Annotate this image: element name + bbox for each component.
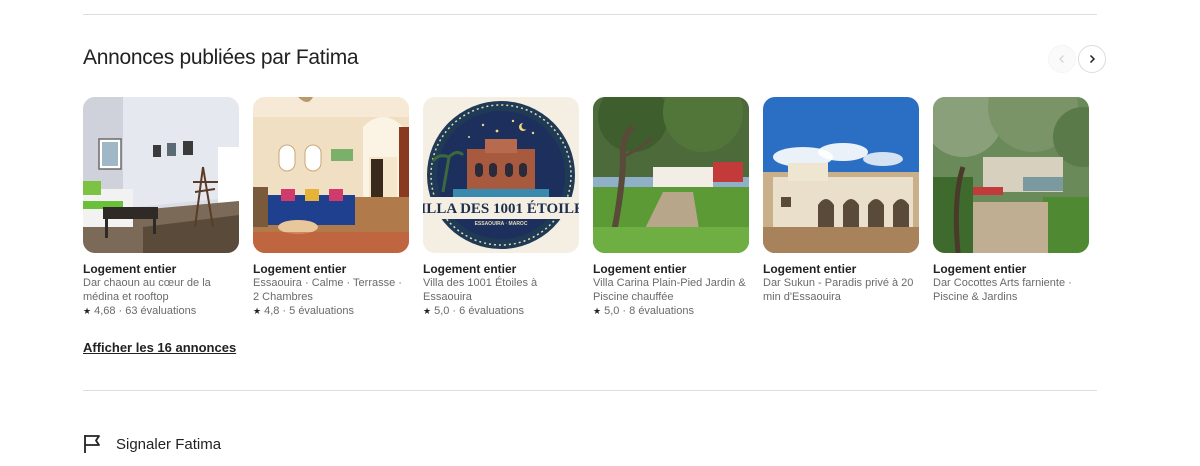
report-host-link[interactable]: Signaler Fatima xyxy=(83,434,221,454)
bottom-divider xyxy=(83,390,1097,391)
listing-photo[interactable] xyxy=(83,97,239,253)
listing-card[interactable]: Logement entier Essaouira · Calme · Terr… xyxy=(253,97,409,318)
listing-card[interactable]: VILLA DES 1001 ÉTOILES ESSAOUIRA · MAROC… xyxy=(423,97,579,318)
listing-title: Dar Cocottes Arts farniente · Piscine & … xyxy=(933,277,1072,303)
listing-photo[interactable] xyxy=(593,97,749,253)
listing-type: Logement entier xyxy=(933,262,1027,276)
listing-type: Logement entier xyxy=(83,262,177,276)
garden-patio-photo xyxy=(933,97,1089,253)
listing-rating: ★ 4,68 · 63 évaluations xyxy=(83,304,239,318)
listing-rating-text: 5,0 · 6 évaluations xyxy=(434,305,524,317)
villa-logo-text: VILLA DES 1001 ÉTOILES xyxy=(423,200,579,217)
star-icon: ★ xyxy=(83,306,92,316)
listing-rating-text: 4,8 · 5 évaluations xyxy=(264,305,354,317)
listing-card[interactable]: Logement entier Dar Cocottes Arts farnie… xyxy=(933,97,1089,304)
villa-logo-image: VILLA DES 1001 ÉTOILES ESSAOUIRA · MAROC xyxy=(423,97,579,253)
listing-title: Dar chaoun au cœur de la médina et rooft… xyxy=(83,277,211,303)
section-title: Annonces publiées par Fatima xyxy=(83,46,359,69)
star-icon: ★ xyxy=(593,306,602,316)
show-all-listings-link[interactable]: Afficher les 16 annonces xyxy=(83,340,236,355)
listing-type: Logement entier xyxy=(253,262,347,276)
listing-type: Logement entier xyxy=(763,262,857,276)
bedroom-photo xyxy=(83,97,239,253)
villa-exterior-photo xyxy=(763,97,919,253)
listing-rating: ★ 5,0 · 8 évaluations xyxy=(593,304,749,318)
carousel-prev-button[interactable] xyxy=(1048,45,1076,73)
listing-rating-text: 5,0 · 8 évaluations xyxy=(604,305,694,317)
listing-photo[interactable] xyxy=(253,97,409,253)
listing-type: Logement entier xyxy=(423,262,517,276)
chevron-right-icon xyxy=(1089,54,1096,64)
listing-photo[interactable] xyxy=(933,97,1089,253)
listing-photo[interactable] xyxy=(763,97,919,253)
flag-icon xyxy=(84,435,100,453)
listing-type: Logement entier xyxy=(593,262,687,276)
chevron-left-icon xyxy=(1059,55,1064,63)
listing-card[interactable]: Logement entier Dar chaoun au cœur de la… xyxy=(83,97,239,318)
carousel-next-button[interactable] xyxy=(1078,45,1106,73)
star-icon: ★ xyxy=(423,306,432,316)
listing-rating-text: 4,68 · 63 évaluations xyxy=(94,305,197,317)
listing-rating: ★ 5,0 · 6 évaluations xyxy=(423,304,579,318)
top-divider xyxy=(83,14,1097,15)
listing-card[interactable]: Logement entier Villa Carina Plain-Pied … xyxy=(593,97,749,318)
listing-photo[interactable]: VILLA DES 1001 ÉTOILES ESSAOUIRA · MAROC xyxy=(423,97,579,253)
listing-title: Dar Sukun - Paradis privé à 20 min d'Ess… xyxy=(763,277,914,303)
living-room-photo xyxy=(253,97,409,253)
listing-card[interactable]: Logement entier Dar Sukun - Paradis priv… xyxy=(763,97,919,304)
listing-rating: ★ 4,8 · 5 évaluations xyxy=(253,304,409,318)
garden-photo xyxy=(593,97,749,253)
listing-title: Villa des 1001 Étoiles à Essaouira xyxy=(423,277,538,303)
star-icon: ★ xyxy=(253,306,262,316)
listing-title: Essaouira · Calme · Terrasse · 2 Chambre… xyxy=(253,277,402,303)
villa-logo-subtext: ESSAOUIRA · MAROC xyxy=(475,221,528,227)
listing-title: Villa Carina Plain-Pied Jardin & Piscine… xyxy=(593,277,746,303)
report-label: Signaler Fatima xyxy=(116,435,222,453)
